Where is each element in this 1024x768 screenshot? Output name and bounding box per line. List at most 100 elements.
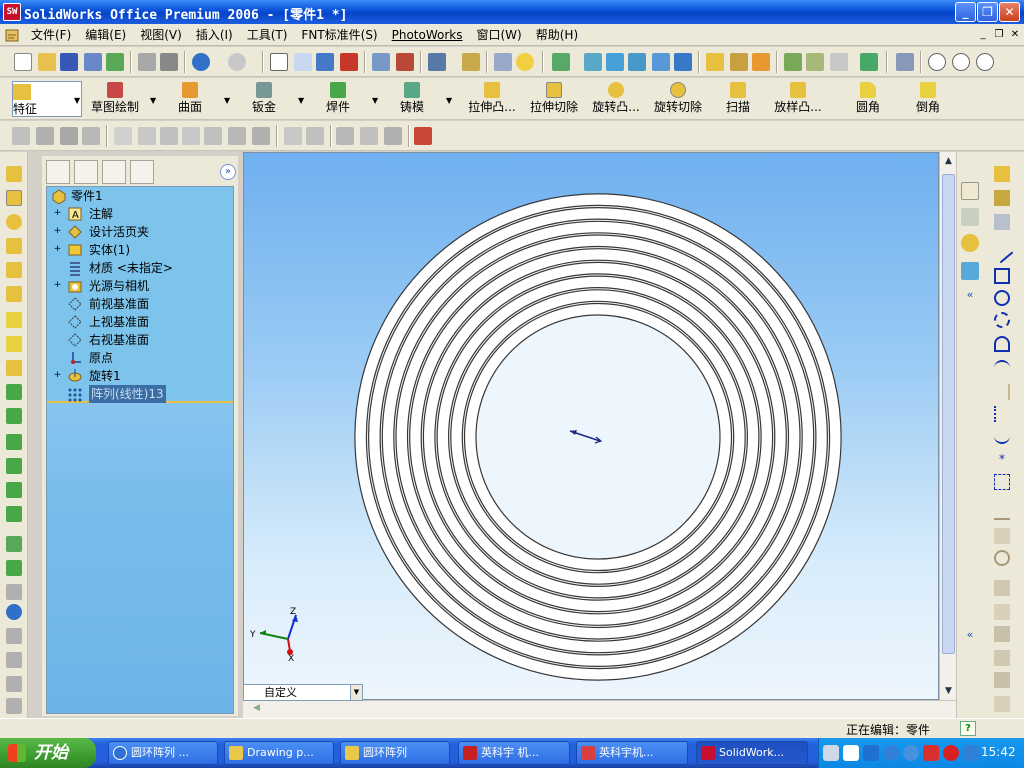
back-icon[interactable] — [883, 745, 899, 761]
menu-photoworks[interactable]: PhotoWorks — [385, 24, 470, 46]
surface-finish-icon[interactable] — [336, 127, 354, 145]
grid-icon[interactable] — [372, 53, 390, 71]
select-filter-icon[interactable] — [294, 53, 312, 71]
restore-button[interactable]: ❐ — [977, 2, 998, 22]
pin-icon[interactable] — [160, 127, 178, 145]
loft-button[interactable]: 放样凸... — [770, 80, 826, 118]
tree-node-linear-pattern[interactable]: 阵列(线性)13 — [47, 385, 233, 403]
weldments-button[interactable]: 焊件 — [324, 80, 352, 118]
expand-icon[interactable]: + — [53, 245, 62, 254]
design-library-icon[interactable] — [961, 208, 979, 226]
save-icon[interactable] — [60, 53, 78, 71]
line-tool-icon[interactable] — [990, 240, 1014, 264]
help-icon[interactable] — [516, 53, 534, 71]
expand-task-pane-bottom-icon[interactable]: « — [961, 628, 979, 646]
extruded-boss-button[interactable]: 拉伸凸... — [464, 80, 520, 118]
messenger-icon[interactable] — [903, 745, 919, 761]
scroll-left-arrow[interactable]: ◀ — [253, 703, 265, 717]
datum-icon[interactable] — [204, 127, 222, 145]
redo-icon[interactable] — [228, 53, 246, 71]
network-icon[interactable] — [863, 745, 879, 761]
flex-icon[interactable] — [6, 652, 22, 668]
circle-tool-icon[interactable] — [994, 290, 1010, 306]
chamfer-button[interactable]: 倒角 — [914, 80, 942, 118]
tree-node-lights-cameras[interactable]: + 光源与相机 — [47, 277, 233, 295]
hole-callout-icon[interactable] — [414, 127, 432, 145]
three-point-arc-icon[interactable] — [994, 360, 1010, 376]
extruded-cut-button[interactable]: 拉伸切除 — [528, 80, 580, 118]
menu-file[interactable]: 文件(F) — [24, 24, 78, 46]
baseline-dimension-icon[interactable] — [82, 127, 100, 145]
sweep-button[interactable]: 扫描 — [724, 80, 752, 118]
pdf-icon[interactable] — [923, 745, 939, 761]
configuration-select[interactable]: 自定义 ▼ — [243, 684, 363, 701]
display-manager-tab-icon[interactable] — [130, 160, 154, 184]
draft-icon[interactable] — [6, 408, 22, 424]
file-explorer-icon[interactable] — [961, 234, 979, 252]
rebuild-icon[interactable] — [316, 53, 334, 71]
scale-entity-icon[interactable] — [994, 650, 1010, 666]
document-menu-icon[interactable] — [4, 27, 20, 43]
view-trimetric-icon[interactable] — [752, 53, 770, 71]
zoom-fit-icon[interactable] — [928, 53, 946, 71]
chamfer-side-icon[interactable] — [6, 336, 22, 352]
menu-help[interactable]: 帮助(H) — [529, 24, 585, 46]
start-button[interactable]: 开始 — [0, 738, 96, 768]
features-tab-button[interactable]: 特征 — [12, 81, 82, 117]
datum-target-icon[interactable] — [384, 127, 402, 145]
properties-icon[interactable] — [494, 53, 512, 71]
scroll-thumb[interactable] — [942, 174, 955, 654]
tree-node-material[interactable]: 材质 <未指定> — [47, 259, 233, 277]
fillet-side-icon[interactable] — [6, 312, 22, 328]
zoom-area-icon[interactable] — [952, 53, 970, 71]
tree-node-annotations[interactable]: + A 注解 — [47, 205, 233, 223]
vertical-dimension-icon[interactable] — [60, 127, 78, 145]
cut-extrude-icon[interactable] — [6, 190, 22, 206]
doc-close-button[interactable]: ✕ — [1008, 28, 1022, 42]
tree-node-revolve1[interactable]: + 旋转1 — [47, 367, 233, 385]
expand-icon[interactable]: + — [53, 281, 62, 290]
horizontal-dimension-icon[interactable] — [36, 127, 54, 145]
print-icon[interactable] — [84, 53, 102, 71]
rotate-entity-icon[interactable] — [994, 626, 1010, 642]
arc-tool-icon[interactable] — [994, 312, 1010, 328]
note-icon[interactable] — [284, 127, 302, 145]
loft-side-icon[interactable] — [6, 262, 22, 278]
sweep-side-icon[interactable] — [6, 238, 22, 254]
sketch-dropdown-arrow[interactable]: ▼ — [150, 96, 156, 105]
options-icon[interactable] — [106, 53, 124, 71]
menu-edit[interactable]: 编辑(E) — [78, 24, 133, 46]
tree-node-design-binder[interactable]: + 设计活页夹 — [47, 223, 233, 241]
doc-minimize-button[interactable]: _ — [976, 28, 990, 42]
deform-icon[interactable] — [6, 676, 22, 692]
graphics-viewport[interactable]: Z Y X — [243, 152, 939, 700]
revolved-cut-button[interactable]: 旋转切除 — [652, 80, 704, 118]
split-line-icon[interactable] — [6, 584, 22, 600]
assembly-icon[interactable] — [784, 53, 802, 71]
open-icon[interactable] — [38, 53, 56, 71]
rectangle-tool-icon[interactable] — [994, 268, 1010, 284]
quick-tips-icon[interactable]: ? — [960, 721, 976, 736]
circular-pattern-side-icon[interactable] — [6, 482, 22, 498]
undo-icon[interactable] — [192, 53, 210, 71]
tangent-arc-icon[interactable] — [994, 336, 1010, 352]
mold-tools-button[interactable]: 铸模 — [398, 80, 426, 118]
mold-tools-dropdown-arrow[interactable]: ▼ — [446, 96, 452, 105]
new-icon[interactable] — [14, 53, 32, 71]
view-right-icon[interactable] — [652, 53, 670, 71]
expand-task-pane-icon[interactable]: « — [961, 288, 979, 306]
solidworks-app-icon[interactable]: SW — [3, 3, 21, 21]
helix-icon[interactable] — [6, 604, 22, 620]
scroll-up-arrow[interactable]: ▲ — [942, 154, 955, 168]
display-icon[interactable] — [860, 53, 878, 71]
zoom-print-icon[interactable] — [160, 53, 178, 71]
smart-dim-side-icon[interactable] — [994, 214, 1010, 230]
weldments-dropdown-arrow[interactable]: ▼ — [372, 96, 378, 105]
smart-dimension-icon[interactable] — [12, 127, 30, 145]
expand-icon[interactable]: + — [53, 371, 62, 380]
sheet-metal-dropdown-arrow[interactable]: ▼ — [298, 96, 304, 105]
spline-icon[interactable] — [994, 428, 1010, 444]
sketch-side-icon[interactable] — [994, 166, 1010, 182]
volume-icon[interactable] — [963, 745, 979, 761]
mirror-icon[interactable] — [6, 506, 22, 522]
